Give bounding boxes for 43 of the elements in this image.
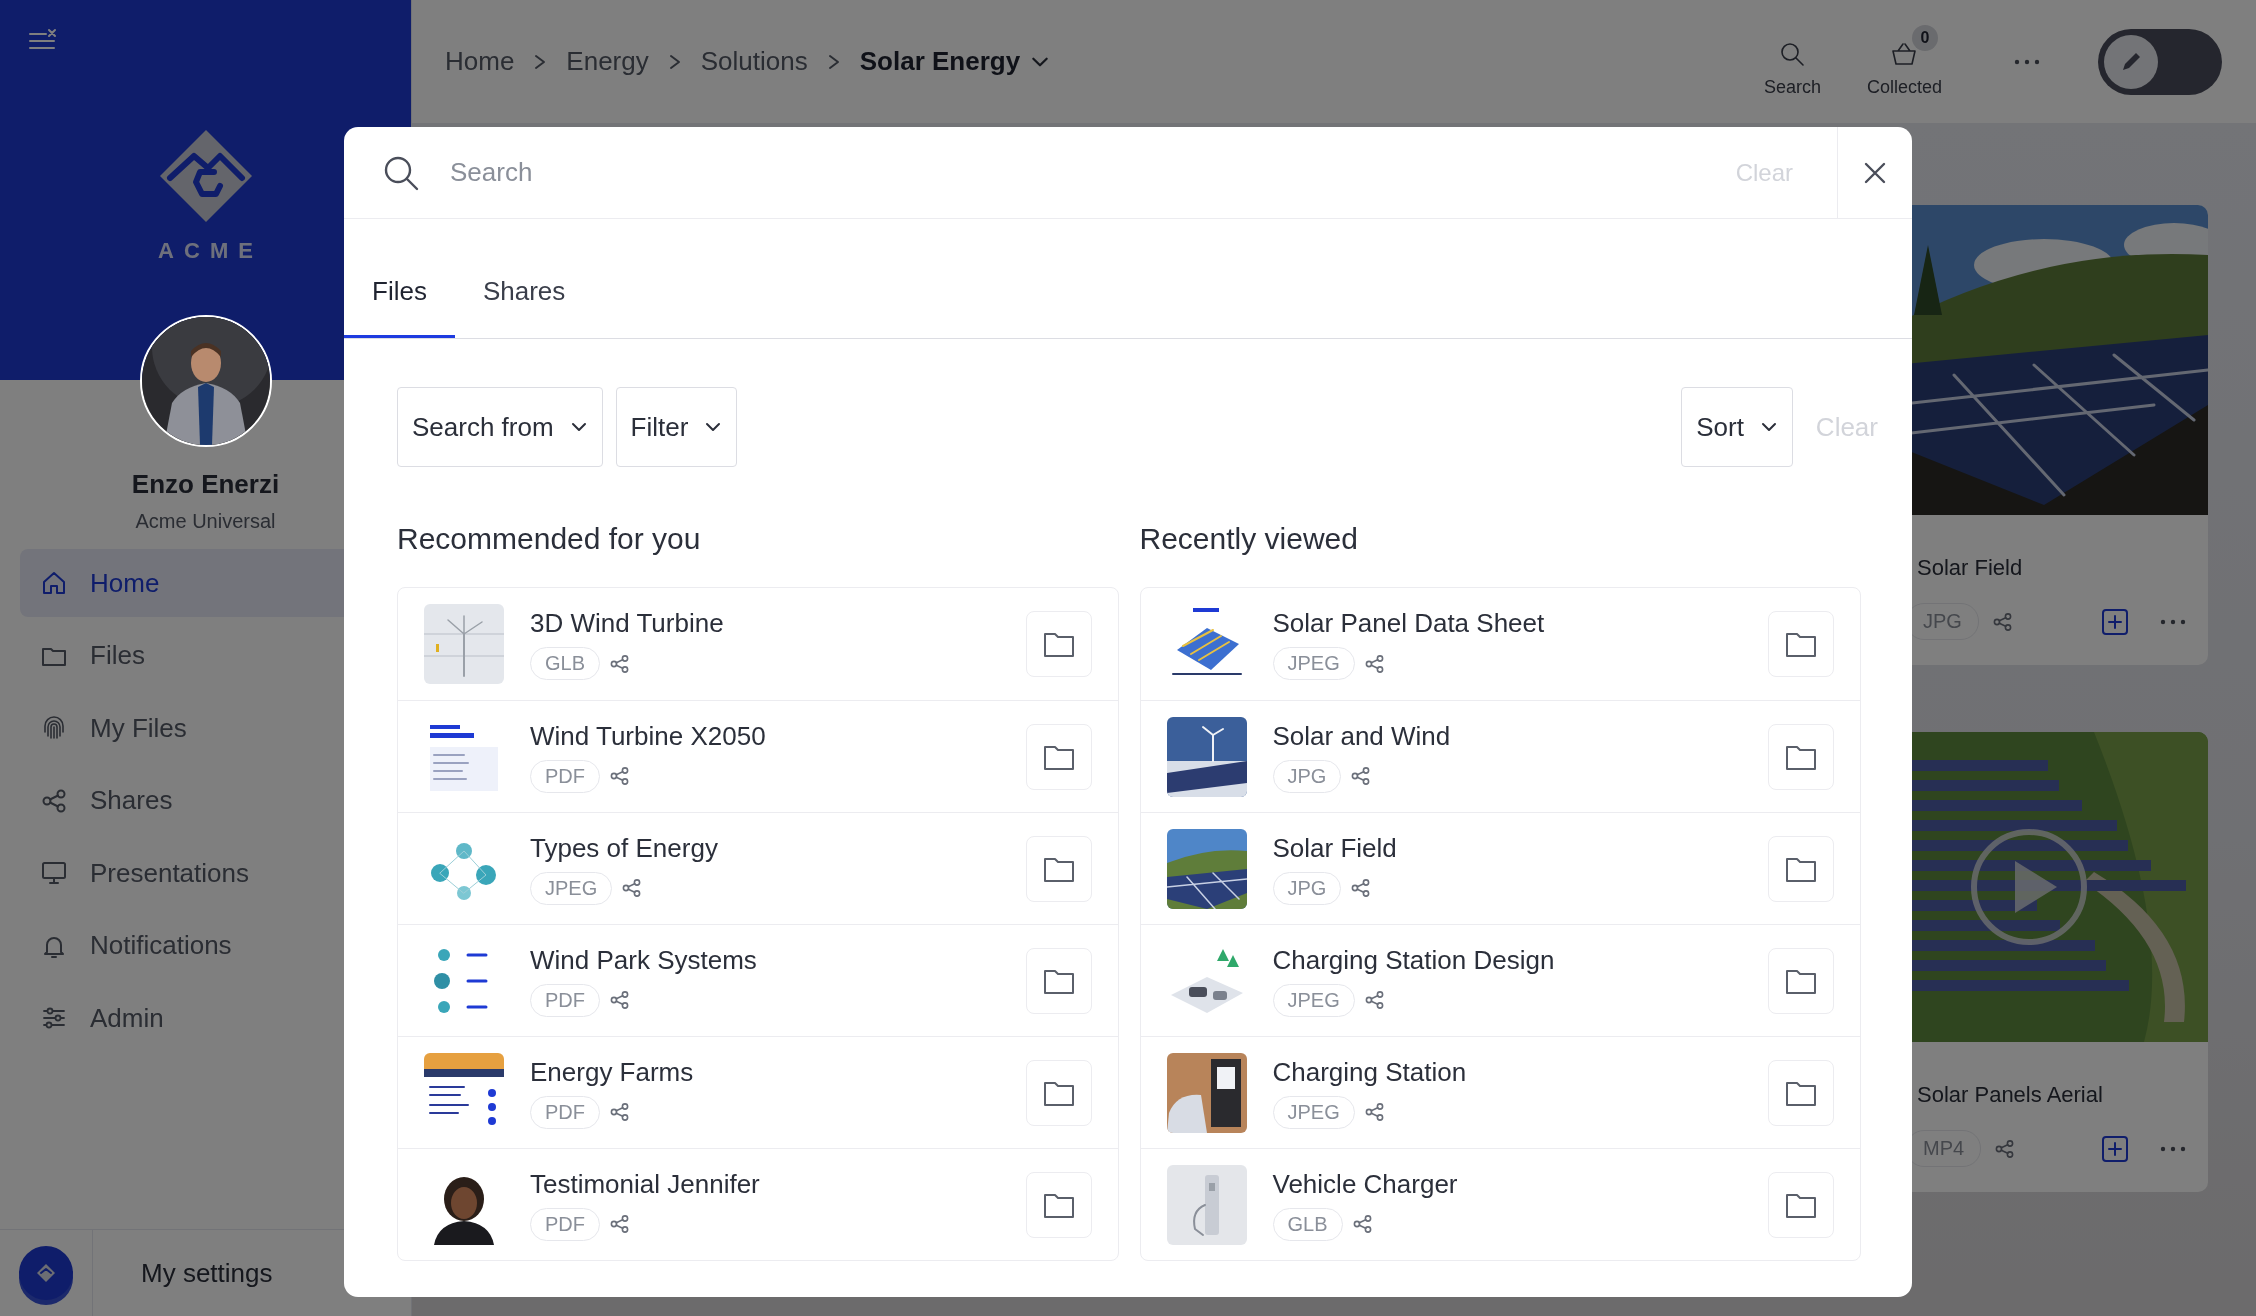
list-item[interactable]: Wind Park Systems PDF <box>398 924 1118 1036</box>
card-title: Solar Panels Aerial <box>1916 1081 2104 1108</box>
file-title: Vehicle Charger <box>1272 1168 1458 1200</box>
breadcrumb-link[interactable]: Home <box>445 46 515 77</box>
card-title: Solar Field <box>1916 554 2024 581</box>
list-item[interactable]: Types of Energy JPEG <box>398 812 1118 924</box>
file-title: Solar Panel Data Sheet <box>1272 608 1545 639</box>
list-item[interactable]: Wind Turbine X2050 PDF <box>398 700 1118 812</box>
tab[interactable]: Files <box>344 276 455 338</box>
header-action[interactable]: Collected 0 <box>1866 25 1942 98</box>
breadcrumb-link[interactable]: Energy <box>566 46 649 77</box>
breadcrumb-link[interactable]: Solar Energy <box>859 46 1051 77</box>
header-action[interactable]: Search <box>1763 25 1821 98</box>
tab[interactable]: Shares <box>454 276 594 338</box>
file-title: Types of Energy <box>530 832 718 864</box>
file-title: 3D Wind Turbine <box>530 608 724 639</box>
list-item[interactable]: Testimonial Jennifer PDF <box>398 1148 1118 1260</box>
list-item[interactable]: Solar and Wind JPG <box>1140 700 1860 812</box>
list-item[interactable]: Vehicle Charger GLB <box>1140 1148 1860 1260</box>
file-title: Charging Station <box>1272 1056 1467 1088</box>
user-name: Enzo Enerzi <box>130 469 281 500</box>
file-title: Testimonial Jennifer <box>530 1168 760 1200</box>
list-item[interactable]: Solar Panel Data Sheet JPEG <box>1140 588 1860 700</box>
list-item[interactable]: Energy Farms PDF <box>398 1036 1118 1148</box>
list-item[interactable]: Charging Station Design JPEG <box>1140 924 1860 1036</box>
breadcrumb-link[interactable]: Solutions <box>700 46 808 77</box>
file-title: Charging Station Design <box>1272 944 1555 976</box>
list-item[interactable]: Charging Station JPEG <box>1140 1036 1860 1148</box>
file-title: Wind Park Systems <box>530 944 757 976</box>
dropdown-button[interactable]: Search from <box>397 387 603 467</box>
dropdown-button[interactable]: Filter <box>615 387 738 467</box>
file-title: Solar Field <box>1272 832 1397 864</box>
list-item[interactable]: Solar Field JPG <box>1140 812 1860 924</box>
user-organization: Acme Universal <box>134 510 277 533</box>
search-field[interactable]: Search <box>448 146 1728 199</box>
logo-text: ACME <box>157 238 263 264</box>
count-badge: 0 <box>1912 25 1938 51</box>
file-title: Wind Turbine X2050 <box>530 720 766 752</box>
section-title: Recently viewed <box>1139 522 1359 557</box>
file-title: Solar and Wind <box>1272 720 1451 752</box>
file-title: Energy Farms <box>530 1056 694 1088</box>
dropdown-button[interactable]: Sort <box>1681 387 1793 467</box>
settings-link[interactable]: My settings <box>93 1230 273 1316</box>
